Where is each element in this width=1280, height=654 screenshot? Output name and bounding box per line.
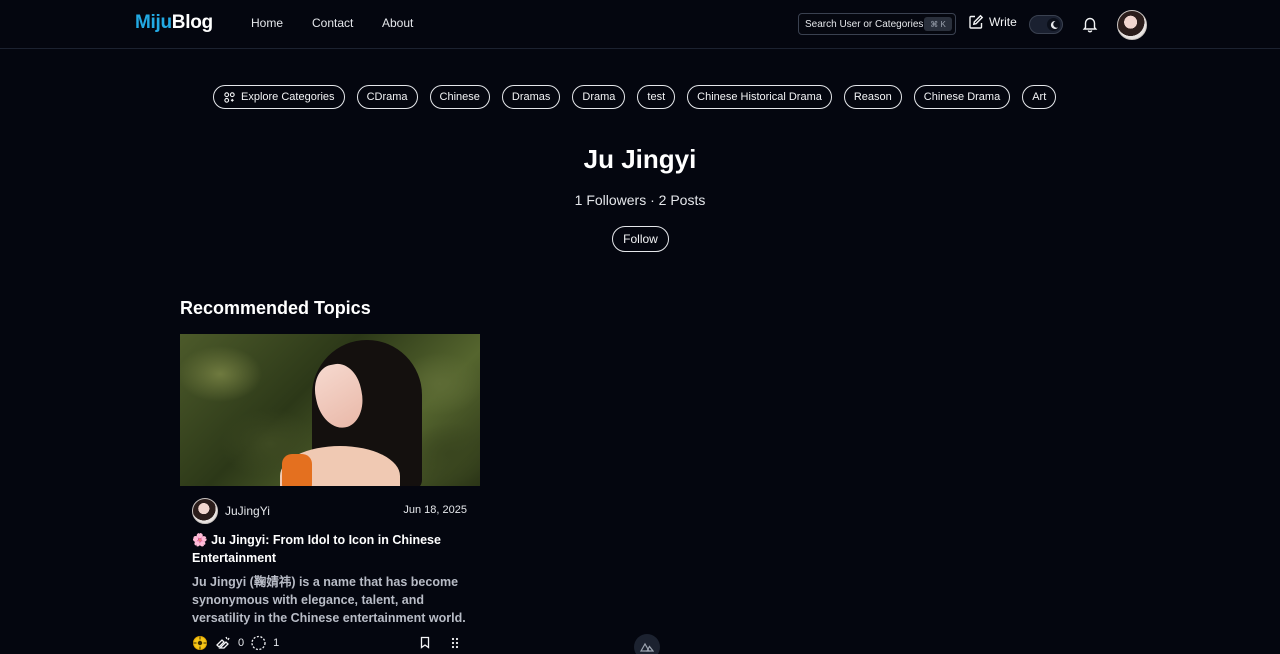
post-excerpt: Ju Jingyi (鞠婧祎) is a name that has becom…: [192, 575, 466, 625]
categories-icon: [224, 91, 235, 103]
reaction-count: 0: [238, 637, 245, 649]
search-shortcut-badge: ⌘ K: [924, 17, 952, 31]
post-author-avatar[interactable]: [192, 498, 218, 524]
framework-devtools-icon[interactable]: [634, 634, 660, 654]
more-options-icon[interactable]: [451, 637, 459, 649]
logo-part-blog: Blog: [171, 12, 213, 33]
post-title-text: Ju Jingyi: From Idol to Icon in Chinese …: [192, 533, 441, 565]
post-card[interactable]: JuJingYi Jun 18, 2025 🌸 Ju Jingyi: From …: [180, 334, 480, 654]
category-chip-cdrama[interactable]: CDrama: [356, 85, 418, 109]
profile-name: Ju Jingyi: [583, 144, 697, 174]
category-chips: Explore Categories CDrama Chinese Dramas…: [213, 85, 1057, 109]
post-date: Jun 18, 2025: [403, 504, 467, 516]
clap-icon[interactable]: [214, 635, 232, 651]
notifications-bell-icon[interactable]: [1081, 15, 1099, 38]
comment-icon[interactable]: [250, 635, 267, 651]
category-chip-test[interactable]: test: [637, 85, 676, 109]
theme-toggle[interactable]: [1029, 15, 1063, 34]
category-chip-chinese-drama[interactable]: Chinese Drama: [913, 85, 1011, 109]
nav-contact-link[interactable]: Contact: [312, 16, 353, 30]
user-avatar[interactable]: [1117, 10, 1147, 40]
recommended-topics-heading: Recommended Topics: [180, 298, 371, 318]
post-title-emoji: 🌸: [192, 533, 208, 547]
post-author-name[interactable]: JuJingYi: [225, 504, 270, 518]
category-chip-reason[interactable]: Reason: [843, 85, 902, 109]
category-chip-art[interactable]: Art: [1022, 85, 1057, 109]
explore-categories-label: Explore Categories: [241, 91, 335, 103]
write-label: Write: [989, 15, 1017, 29]
search-placeholder: Search User or Categories...: [805, 18, 932, 30]
nav-about-link[interactable]: About: [382, 16, 413, 30]
follow-button[interactable]: Follow: [612, 226, 669, 252]
comment-count: 1: [273, 637, 280, 649]
logo-part-miju: Miju: [135, 12, 172, 33]
post-cover-image[interactable]: [180, 334, 480, 486]
write-button[interactable]: Write: [968, 14, 1017, 30]
category-chip-chinese-historical-drama[interactable]: Chinese Historical Drama: [687, 85, 832, 109]
nav-home-link[interactable]: Home: [251, 16, 283, 30]
search-box[interactable]: Search User or Categories... ⌘ K: [798, 13, 956, 35]
site-logo[interactable]: MijuBlog: [135, 12, 213, 34]
category-chip-chinese[interactable]: Chinese: [429, 85, 490, 109]
post-title[interactable]: 🌸 Ju Jingyi: From Idol to Icon in Chines…: [192, 531, 472, 567]
explore-categories-chip[interactable]: Explore Categories: [213, 85, 345, 109]
bookmark-icon[interactable]: [419, 636, 431, 649]
top-navbar: MijuBlog Home Contact About Search User …: [0, 0, 1280, 49]
profile-stats: 1 Followers · 2 Posts: [574, 192, 706, 208]
edit-icon: [969, 14, 984, 29]
category-chip-dramas[interactable]: Dramas: [501, 85, 561, 109]
reaction-icon[interactable]: [192, 635, 208, 651]
moon-icon: [1047, 18, 1060, 31]
category-chip-drama[interactable]: Drama: [572, 85, 626, 109]
